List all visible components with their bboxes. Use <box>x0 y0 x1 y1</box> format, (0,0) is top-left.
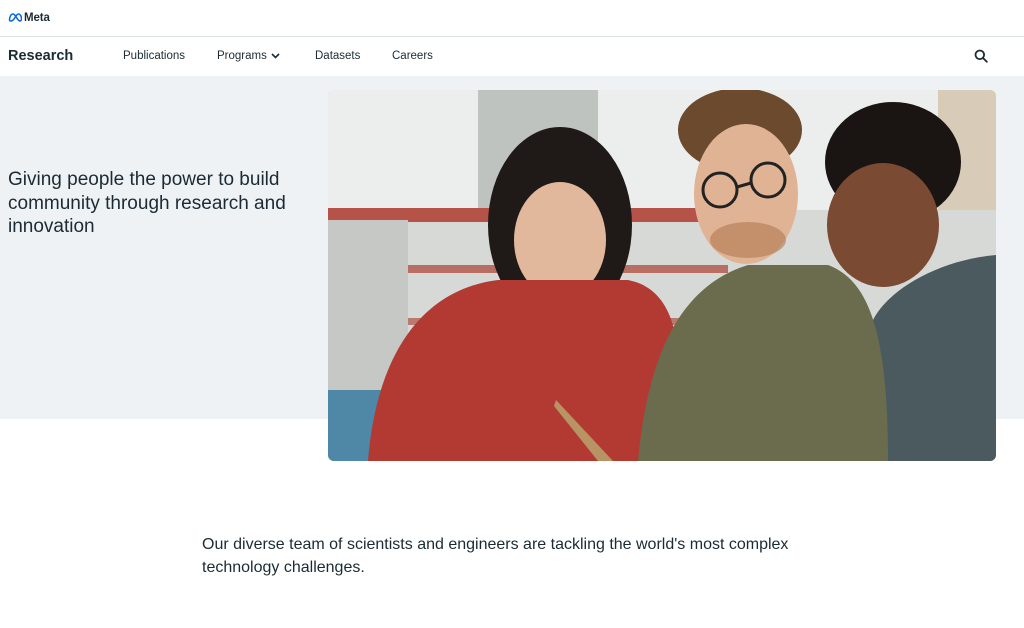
nav-item-label: Programs <box>217 50 267 62</box>
nav-item-programs[interactable]: Programs <box>217 50 280 62</box>
search-icon <box>974 49 988 68</box>
nav-item-publications[interactable]: Publications <box>123 50 185 62</box>
search-button[interactable] <box>971 48 991 68</box>
nav-item-label: Publications <box>123 50 186 62</box>
main-navigation: Research Publications Programs Datasets … <box>0 37 1024 76</box>
top-brand-bar: Meta <box>0 0 1024 37</box>
nav-item-datasets[interactable]: Datasets <box>315 50 360 62</box>
chevron-down-icon <box>271 50 280 62</box>
meta-logo-link[interactable]: Meta <box>8 9 50 27</box>
hero-photo <box>328 90 996 461</box>
nav-item-label: Datasets <box>315 50 361 62</box>
nav-item-careers[interactable]: Careers <box>392 50 433 62</box>
meta-wordmark: Meta <box>24 12 50 24</box>
nav-item-label: Careers <box>392 50 433 62</box>
hero-heading: Giving people the power to build communi… <box>8 169 286 237</box>
meta-infinity-icon <box>8 9 23 27</box>
nav-research-home[interactable]: Research <box>8 48 73 64</box>
intro-paragraph: Our diverse team of scientists and engin… <box>202 536 789 576</box>
